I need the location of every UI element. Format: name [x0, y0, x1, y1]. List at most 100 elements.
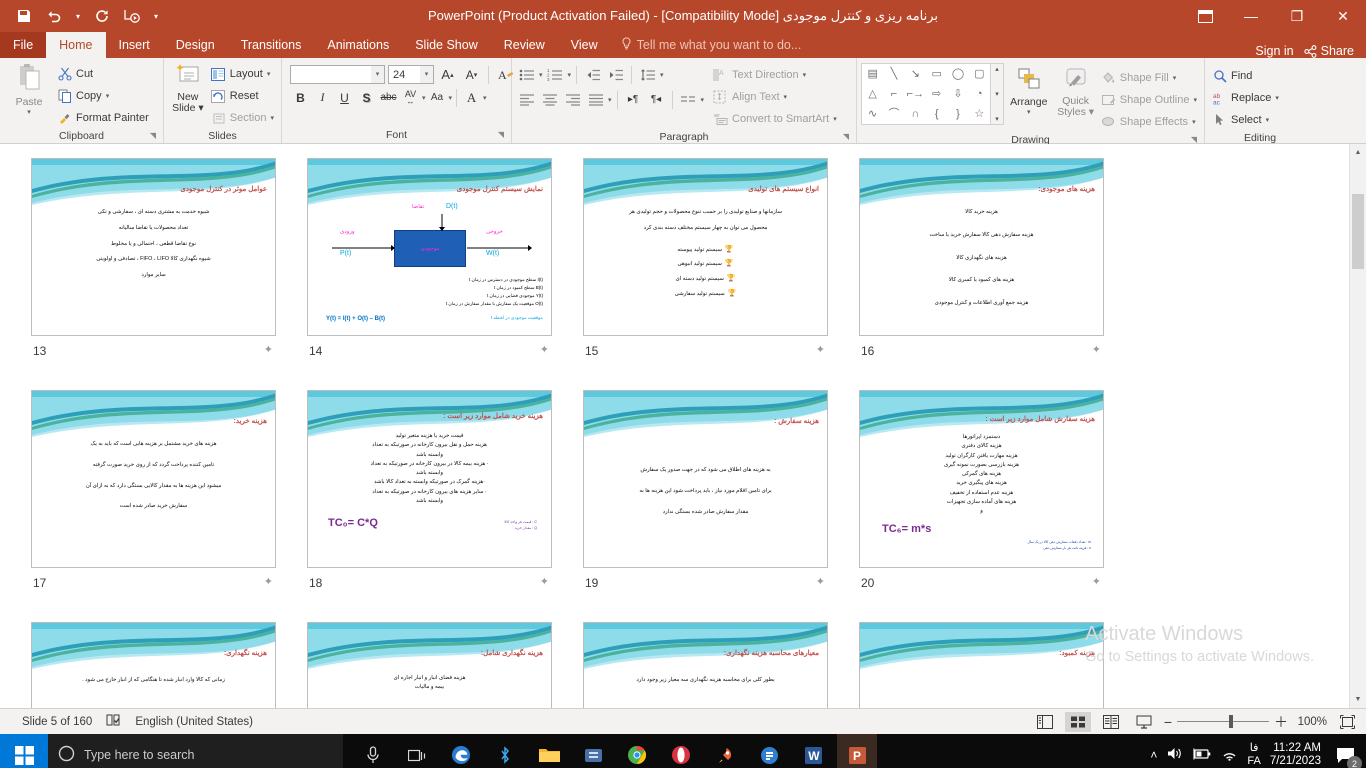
new-slide-button[interactable]: New Slide ▾ — [168, 61, 208, 114]
slide-thumbnail-22[interactable]: هزینه نگهداری شامل: هزینه فضای انبار و ا… — [307, 622, 552, 708]
opera-icon[interactable] — [661, 734, 701, 768]
shape-effects-caret-icon[interactable]: ▾ — [1192, 118, 1196, 126]
volume-icon[interactable] — [1166, 746, 1183, 764]
slide-thumbnail-18[interactable]: هزینه خرید شامل موارد زیر است : قیمت خری… — [307, 390, 552, 568]
elbow-connector-icon[interactable]: ⌐ — [891, 89, 897, 100]
elbow-arrow-icon[interactable]: ⌐→ — [907, 89, 924, 100]
slideshow-view-button[interactable] — [1131, 712, 1157, 732]
font-color-button[interactable]: A — [461, 87, 482, 108]
shapes-scroll-up-icon[interactable]: ▴ — [995, 65, 999, 73]
font-size-dropdown-icon[interactable]: ▾ — [420, 66, 433, 83]
animation-star-icon[interactable]: ✦ — [540, 343, 549, 356]
file-explorer-icon[interactable] — [529, 734, 569, 768]
powerpoint-icon[interactable]: P — [837, 734, 877, 768]
slide-thumbnail-13[interactable]: عوامل موثر در کنترل موجودی شیوه خدمت به … — [31, 158, 276, 336]
bold-button[interactable]: B — [290, 87, 311, 108]
slide-thumbnail-19[interactable]: هزینه سفارش : به هزینه های اطلاق می شود … — [583, 390, 828, 568]
tab-animations[interactable]: Animations — [314, 32, 402, 58]
slide-thumbnail-23[interactable]: معیارهای محاسبه هزینه نگهداری: بطور کلی … — [583, 622, 828, 708]
align-caret-icon[interactable]: ▾ — [608, 96, 612, 104]
triangle-shape-icon[interactable]: △ — [868, 89, 876, 100]
text-direction-button[interactable]: A Text Direction ▾ — [710, 64, 840, 86]
battery-icon[interactable] — [1192, 747, 1212, 764]
shape-outline-caret-icon[interactable]: ▾ — [1193, 96, 1197, 104]
smartart-caret-icon[interactable]: ▾ — [833, 115, 837, 123]
slide-thumbnail-20[interactable]: هزینه سفارش شامل موارد زیر است : دستمزد … — [859, 390, 1104, 568]
quick-styles-button[interactable]: Quick Styles ▾ — [1054, 63, 1098, 118]
scroll-down-icon[interactable]: ▼ — [1350, 691, 1366, 708]
zoom-track[interactable] — [1177, 721, 1269, 722]
select-button[interactable]: Select ▾ — [1209, 109, 1282, 131]
redo-icon[interactable] — [88, 3, 116, 29]
justify-button[interactable] — [585, 89, 606, 110]
rectangle-shape-icon[interactable]: ▭ — [931, 69, 941, 80]
slide-cell-17[interactable]: هزینه خرید: هزینه های خرید مشتمل بر هزین… — [0, 390, 276, 568]
shape-fill-caret-icon[interactable]: ▾ — [1173, 74, 1177, 82]
rounded-rect-shape-icon[interactable]: ▢ — [974, 69, 984, 80]
shapes-scroll-down-icon[interactable]: ▾ — [995, 90, 999, 98]
text-box-shape-icon[interactable]: ▤ — [867, 69, 877, 80]
align-left-button[interactable] — [516, 89, 537, 110]
increase-indent-button[interactable] — [605, 64, 626, 85]
numbering-button[interactable]: 123 — [545, 64, 566, 85]
italic-button[interactable]: I — [312, 87, 333, 108]
slide-sorter-view-button[interactable] — [1065, 712, 1091, 732]
right-arrow-shape-icon[interactable]: ⇨ — [932, 89, 941, 100]
slide-thumbnail-17[interactable]: هزینه خرید: هزینه های خرید مشتمل بر هزین… — [31, 390, 276, 568]
slide-counter[interactable]: Slide 5 of 160 — [6, 716, 92, 728]
change-case-button[interactable]: Aa — [427, 87, 448, 108]
increase-font-size-button[interactable]: A▴ — [437, 64, 458, 85]
animation-star-icon[interactable]: ✦ — [540, 575, 549, 588]
bluetooth-icon[interactable] — [485, 734, 525, 768]
language-tray[interactable]: فا FA — [1247, 742, 1260, 768]
scroll-up-icon[interactable]: ▲ — [1350, 144, 1366, 161]
pie-shape-icon[interactable]: ◔ — [976, 89, 983, 100]
chrome-icon[interactable] — [617, 734, 657, 768]
customize-qat-icon[interactable]: ▾ — [148, 3, 164, 29]
start-presentation-icon[interactable] — [118, 3, 146, 29]
normal-view-button[interactable] — [1032, 712, 1058, 732]
rtl-text-direction-button[interactable]: ¶◂ — [646, 89, 667, 110]
arrow-shape-icon[interactable]: ↘ — [911, 69, 920, 80]
strikethrough-button[interactable]: abc — [378, 87, 399, 108]
align-right-button[interactable] — [562, 89, 583, 110]
replace-button[interactable]: abac Replace ▾ — [1209, 87, 1282, 109]
numbering-caret-icon[interactable]: ▾ — [568, 71, 572, 79]
left-brace-shape-icon[interactable]: { — [935, 109, 939, 120]
zoom-knob[interactable] — [1229, 715, 1233, 728]
paste-button[interactable]: Paste ▾ — [4, 61, 54, 116]
taskbar-search[interactable]: Type here to search — [48, 734, 343, 768]
app-icon[interactable] — [573, 734, 613, 768]
minimize-button[interactable]: — — [1228, 0, 1274, 32]
vertical-scrollbar[interactable]: ▲ ▼ — [1349, 144, 1366, 708]
tab-insert[interactable]: Insert — [106, 32, 163, 58]
arrange-caret-icon[interactable]: ▾ — [1027, 108, 1031, 116]
slide-thumbnail-15[interactable]: انواع سیستم های تولیدی سازمانها و صنایع … — [583, 158, 828, 336]
tab-file[interactable]: File — [0, 32, 46, 58]
line-spacing-button[interactable] — [637, 64, 658, 85]
oval-shape-icon[interactable]: ◯ — [952, 69, 964, 80]
curve-shape-icon[interactable]: ∩ — [911, 109, 919, 120]
slide-cell-15[interactable]: انواع سیستم های تولیدی سازمانها و صنایع … — [552, 158, 828, 336]
fit-to-window-button[interactable] — [1334, 712, 1360, 732]
text-shadow-button[interactable]: S — [356, 87, 377, 108]
underline-button[interactable]: U — [334, 87, 355, 108]
restore-button[interactable]: ❐ — [1274, 0, 1320, 32]
slide-thumbnail-14[interactable]: نمایش سیستم کنترل موجودی موجودی D(t) تقا… — [307, 158, 552, 336]
zoom-slider[interactable]: − ＋ — [1164, 712, 1288, 732]
undo-icon[interactable] — [40, 3, 68, 29]
shape-outline-button[interactable]: Shape Outline ▾ — [1098, 89, 1200, 111]
scrollbar-thumb[interactable] — [1352, 194, 1364, 269]
paragraph-dialog-launcher[interactable]: ◥ — [843, 129, 849, 144]
reading-view-button[interactable] — [1098, 712, 1124, 732]
wifi-icon[interactable] — [1221, 747, 1238, 764]
font-size-input[interactable]: 24 ▾ — [388, 65, 434, 84]
shapes-gallery-scroll[interactable]: ▴ ▾ ▾ — [991, 63, 1004, 125]
slide-cell-18[interactable]: هزینه خرید شامل موارد زیر است : قیمت خری… — [276, 390, 552, 568]
layout-button[interactable]: Layout ▾ — [208, 63, 277, 85]
cortana-icon[interactable] — [353, 734, 393, 768]
slide-cell-13[interactable]: عوامل موثر در کنترل موجودی شیوه خدمت به … — [0, 158, 276, 336]
action-center-icon[interactable]: 2 — [1330, 740, 1360, 768]
line-shape-icon[interactable]: ╲ — [891, 69, 898, 80]
slide-thumbnail-24[interactable]: هزینه کمبود: — [859, 622, 1104, 708]
